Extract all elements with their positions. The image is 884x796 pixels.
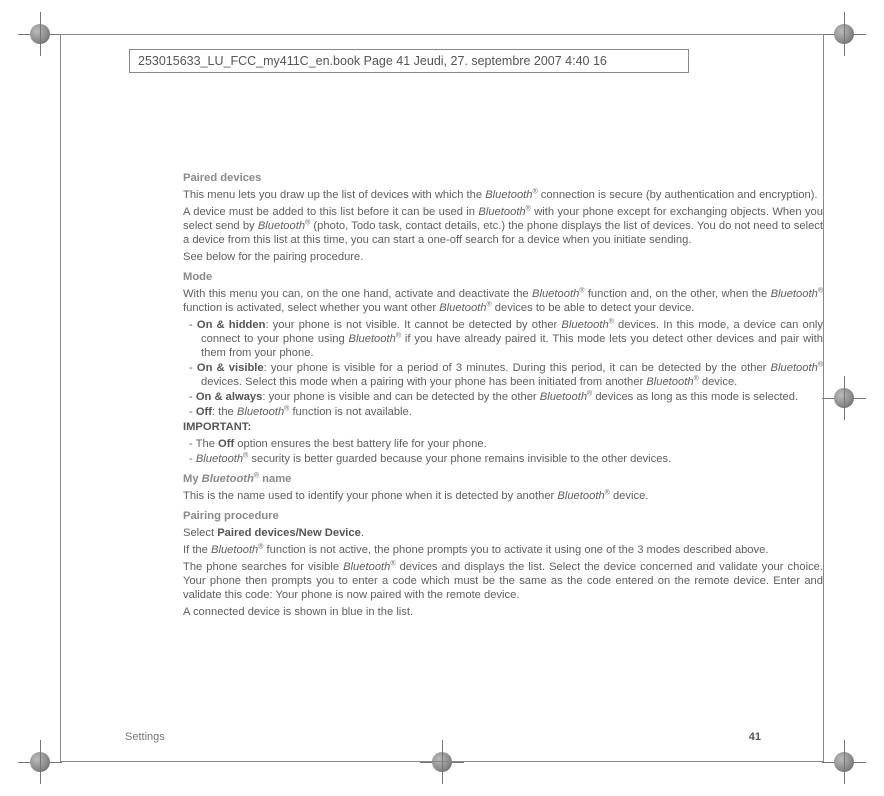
list-item: The Off option ensures the best battery … [183,437,823,451]
crop-mark [822,740,866,784]
header-box: 253015633_LU_FCC_my411C_en.book Page 41 … [129,49,689,73]
paragraph: If the Bluetooth® function is not active… [183,543,823,557]
paragraph: A connected device is shown in blue in t… [183,605,823,619]
crop-mark [18,740,62,784]
list-item: Bluetooth® security is better guarded be… [183,452,823,466]
paragraph: This is the name used to identify your p… [183,489,823,503]
list-item: On & visible: your phone is visible for … [183,361,823,389]
important-list: The Off option ensures the best battery … [183,437,823,466]
paragraph: A device must be added to this list befo… [183,205,823,247]
important-label: IMPORTANT: [183,420,823,434]
heading-my-name: My Bluetooth® name [183,472,823,486]
heading-mode: Mode [183,270,823,284]
paragraph: Select Paired devices/New Device. [183,526,823,540]
page-number: 41 [749,731,761,743]
list-item: On & always: your phone is visible and c… [183,390,823,404]
heading-pairing: Pairing procedure [183,509,823,523]
paragraph: This menu lets you draw up the list of d… [183,188,823,202]
paragraph: With this menu you can, on the one hand,… [183,287,823,315]
header-text: 253015633_LU_FCC_my411C_en.book Page 41 … [138,54,607,68]
paragraph: See below for the pairing procedure. [183,250,823,264]
crop-mark [822,12,866,56]
footer-section: Settings [125,731,165,743]
page-content: Paired devices This menu lets you draw u… [183,165,823,622]
paragraph: The phone searches for visible Bluetooth… [183,560,823,602]
list-item: Off: the Bluetooth® function is not avai… [183,405,823,419]
page-frame: 253015633_LU_FCC_my411C_en.book Page 41 … [60,34,824,762]
page-footer: Settings 41 [125,731,761,743]
list-item: On & hidden: your phone is not visible. … [183,318,823,360]
crop-mark [18,12,62,56]
mode-list: On & hidden: your phone is not visible. … [183,318,823,419]
heading-paired-devices: Paired devices [183,171,823,185]
crop-mark [822,376,866,420]
